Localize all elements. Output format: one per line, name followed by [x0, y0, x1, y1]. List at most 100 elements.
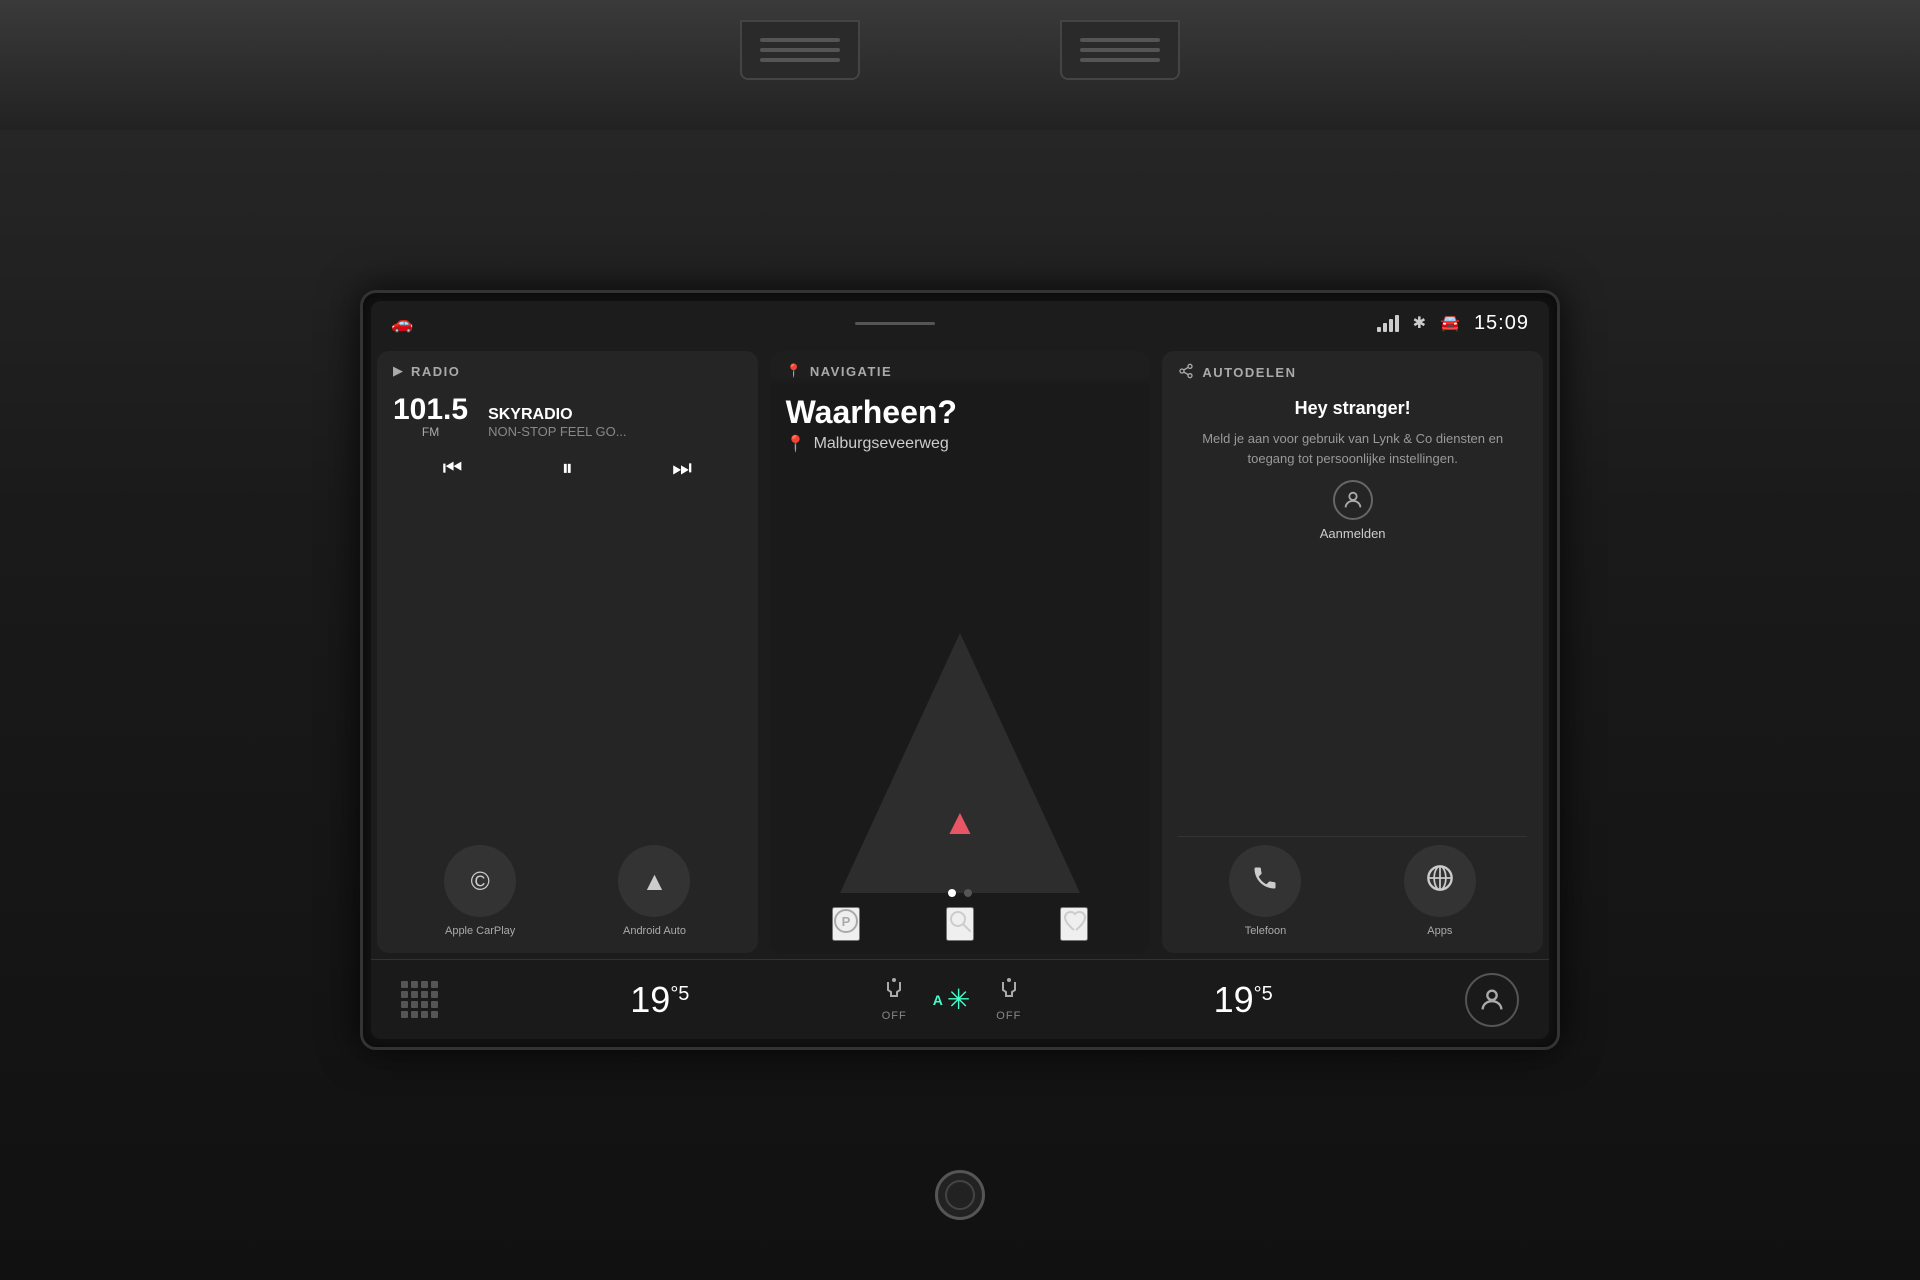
android-auto-button[interactable]: ▲ — [618, 845, 690, 917]
fan-auto-label: A — [933, 992, 943, 1008]
nav-parking-button[interactable]: P — [832, 907, 860, 941]
autodelen-content: Hey stranger! Meld je aan voor gebruik v… — [1162, 390, 1543, 836]
status-time: 15:09 — [1474, 312, 1529, 335]
top-vents — [0, 0, 1920, 130]
user-profile-button[interactable] — [1465, 973, 1519, 1027]
climate-dot — [411, 991, 418, 998]
climate-grid-icon[interactable] — [401, 981, 438, 1018]
climate-right-temp-deg: °5 — [1254, 983, 1273, 1006]
left-seat-control[interactable]: OFF — [882, 978, 907, 1022]
nav-bottom-icons[interactable]: P — [770, 907, 1151, 941]
radio-freq-number: 101.5 — [393, 395, 468, 425]
nav-location-text: Malburgseveerweg — [814, 435, 949, 453]
autodelen-share-icon — [1178, 363, 1194, 382]
status-right: ✱ 🚘 15:09 — [1377, 312, 1529, 335]
climate-dot — [431, 991, 438, 998]
status-bar: 🚗 ✱ 🚘 15:09 — [371, 301, 1549, 345]
fan-control[interactable]: A ✳ — [933, 983, 971, 1016]
nav-title: Waarheen? — [786, 395, 1135, 430]
phone-label: Telefoon — [1245, 925, 1287, 937]
climate-right-temp[interactable]: 19°5 — [1214, 979, 1273, 1021]
nav-destination: Waarheen? 📍 Malburgseveerweg — [770, 395, 1151, 454]
vent-slat — [760, 38, 840, 42]
car-status-icon: 🚗 — [391, 313, 413, 334]
signal-bar-2 — [1383, 323, 1387, 332]
radio-freq-unit: FM — [393, 425, 468, 439]
nav-search-button[interactable] — [946, 907, 974, 941]
radio-pause-button[interactable]: ⏸ — [562, 455, 573, 481]
right-seat-icon — [997, 978, 1021, 1008]
radio-spacer — [377, 509, 758, 837]
apps-label: Apps — [1427, 925, 1452, 937]
climate-dot — [401, 1011, 408, 1018]
home-button-area[interactable] — [935, 1170, 985, 1220]
android-label: Android Auto — [623, 925, 686, 937]
home-button-inner — [945, 1180, 975, 1210]
signal-icon — [1377, 315, 1399, 332]
vent-slat — [1080, 48, 1160, 52]
climate-dot — [421, 1011, 428, 1018]
bluetooth-icon: ✱ — [1413, 313, 1426, 333]
phone-wrapper[interactable]: Telefoon — [1229, 845, 1301, 937]
radio-controls[interactable]: ⏮ ⏸ ⏭ — [393, 443, 742, 497]
nav-favorites-button[interactable] — [1060, 907, 1088, 941]
radio-panel[interactable]: ▶ RADIO 101.5 FM SKYRADIO NON-STOP FEEL … — [377, 351, 758, 953]
right-seat-control[interactable]: OFF — [996, 978, 1021, 1022]
user-icon — [1333, 480, 1373, 520]
fan-row: A ✳ — [933, 983, 971, 1016]
radio-station-desc: NON-STOP FEEL GO... — [488, 424, 626, 439]
nav-direction-arrow: ▲ — [942, 801, 978, 843]
radio-prev-button[interactable]: ⏮ — [443, 455, 463, 481]
android-icon: ▲ — [642, 866, 668, 897]
radio-bottom-icons: © Apple CarPlay ▲ Android Auto — [377, 837, 758, 953]
phone-button[interactable] — [1229, 845, 1301, 917]
radio-panel-content: 101.5 FM SKYRADIO NON-STOP FEEL GO... ⏮ … — [377, 387, 758, 509]
navigation-panel[interactable]: 📍 NAVIGATIE Waarheen? 📍 Malburgseveerweg — [770, 351, 1151, 953]
car-surround: 🚗 ✱ 🚘 15:09 — [0, 0, 1920, 1280]
signal-bar-1 — [1377, 327, 1381, 332]
vent-slat — [1080, 58, 1160, 62]
autodelen-greeting: Hey stranger! — [1178, 398, 1527, 419]
screen-bezel: 🚗 ✱ 🚘 15:09 — [360, 290, 1560, 1050]
climate-dot — [411, 1001, 418, 1008]
climate-dot — [431, 1001, 438, 1008]
climate-dot — [401, 981, 408, 988]
climate-center-controls[interactable]: OFF A ✳ — [882, 978, 1022, 1022]
vent-right — [1060, 20, 1180, 80]
nav-dot-2 — [964, 889, 972, 897]
apple-carplay-button[interactable]: © — [444, 845, 516, 917]
main-content: ▶ RADIO 101.5 FM SKYRADIO NON-STOP FEEL … — [371, 345, 1549, 959]
screen: 🚗 ✱ 🚘 15:09 — [371, 301, 1549, 1039]
climate-dot — [401, 1001, 408, 1008]
autodelen-description: Meld je aan voor gebruik van Lynk & Co d… — [1178, 429, 1527, 468]
climate-left-temp-value: 19 — [630, 979, 670, 1021]
radio-freq-row: 101.5 FM SKYRADIO NON-STOP FEEL GO... — [393, 387, 742, 443]
nav-location-pin: 📍 — [786, 434, 806, 454]
apps-button[interactable] — [1404, 845, 1476, 917]
radio-next-button[interactable]: ⏭ — [672, 455, 692, 481]
right-seat-off-label: OFF — [996, 1010, 1021, 1022]
apple-carplay-wrapper[interactable]: © Apple CarPlay — [444, 845, 516, 937]
radio-station-info: SKYRADIO NON-STOP FEEL GO... — [488, 406, 626, 439]
nav-header-title: NAVIGATIE — [810, 364, 892, 379]
nav-page-dots — [948, 889, 972, 897]
left-seat-off-label: OFF — [882, 1010, 907, 1022]
vent-slat — [760, 48, 840, 52]
autodelen-login-button[interactable]: Aanmelden — [1178, 480, 1527, 541]
climate-dot — [411, 981, 418, 988]
autodelen-panel-header: AUTODELEN — [1162, 351, 1543, 390]
autodelen-panel[interactable]: AUTODELEN Hey stranger! Meld je aan voor… — [1162, 351, 1543, 953]
climate-left-temp[interactable]: 19°5 — [630, 979, 689, 1021]
android-auto-wrapper[interactable]: ▲ Android Auto — [618, 845, 690, 937]
autodelen-header-title: AUTODELEN — [1202, 365, 1296, 380]
radio-header-title: RADIO — [411, 364, 460, 379]
autodelen-bottom-row: Telefoon — [1162, 837, 1543, 953]
center-line — [855, 322, 935, 325]
climate-dot — [411, 1011, 418, 1018]
apps-icon — [1426, 864, 1454, 899]
home-button[interactable] — [935, 1170, 985, 1220]
radio-frequency: 101.5 FM — [393, 395, 468, 439]
signal-bar-3 — [1389, 319, 1393, 332]
apps-wrapper[interactable]: Apps — [1404, 845, 1476, 937]
climate-dot — [431, 1011, 438, 1018]
